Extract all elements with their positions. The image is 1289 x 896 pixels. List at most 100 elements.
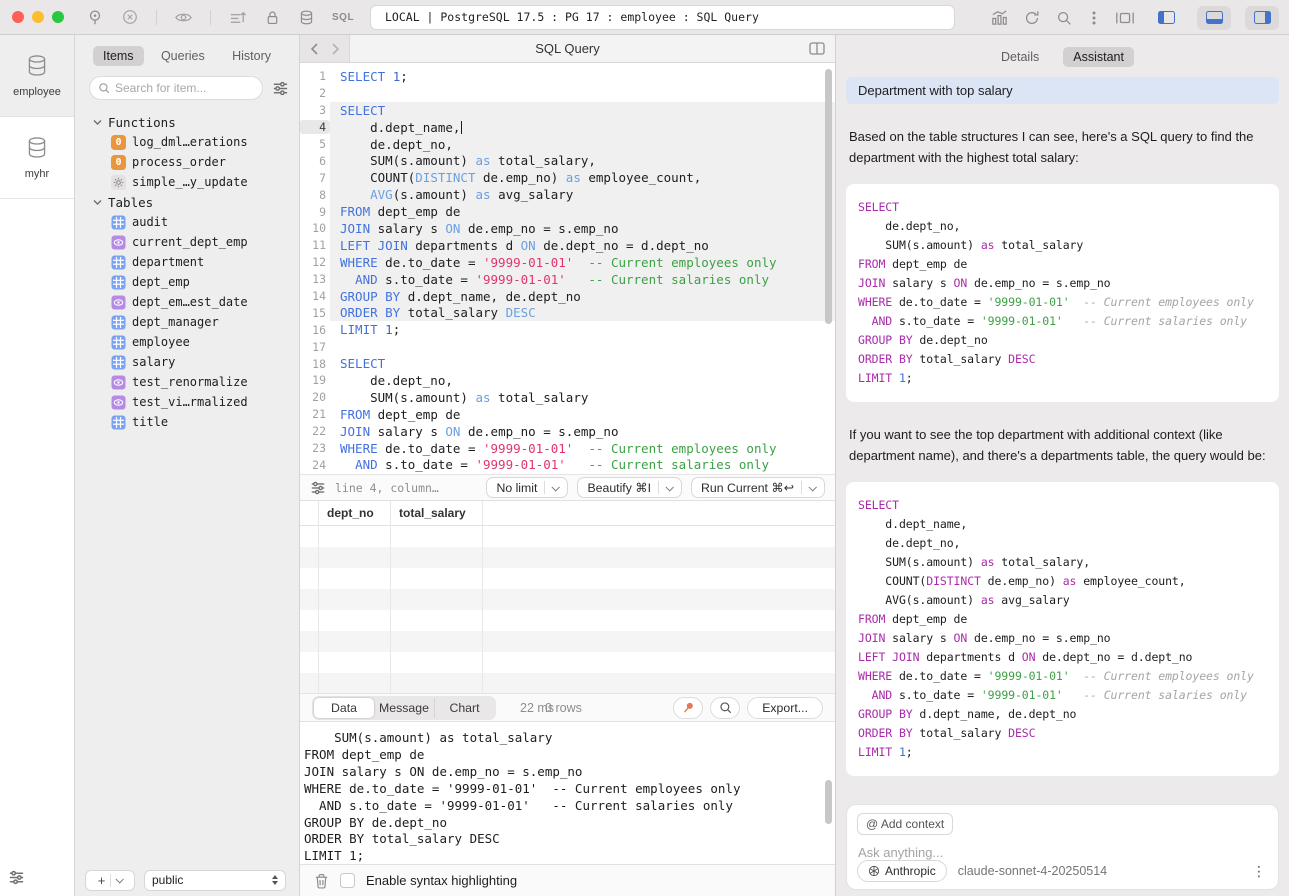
lock-icon[interactable] [264,9,281,26]
filter-icon[interactable] [8,869,25,886]
disconnect-icon[interactable] [121,8,139,26]
limit-select[interactable]: No limit [486,477,568,498]
editor-line-14[interactable]: 14GROUP BY d.dept_name, de.dept_no [300,288,835,305]
sql-editor[interactable]: 1SELECT 1;23SELECT4 d.dept_name,5 de.dep… [300,63,835,474]
editor-line-9[interactable]: 9FROM dept_emp de [300,203,835,220]
sidebar-item-title[interactable]: title [75,412,299,432]
add-context-chip[interactable]: @ Add context [857,813,953,835]
column-header-total-salary[interactable]: total_salary [390,506,482,520]
editor-scrollbar[interactable] [825,69,832,324]
editor-line-6[interactable]: 6 SUM(s.amount) as total_salary, [300,152,835,169]
search-input[interactable]: Search for item... [89,76,263,100]
column-header-dept-no[interactable]: dept_no [318,506,390,520]
editor-line-10[interactable]: 10JOIN salary s ON de.emp_no = s.emp_no [300,220,835,237]
editor-line-23[interactable]: 23WHERE de.to_date = '9999-01-01' -- Cur… [300,440,835,457]
refresh-icon[interactable] [1023,9,1041,27]
schema-select[interactable]: public [144,870,286,891]
queue-export-icon[interactable] [228,8,247,27]
bottom-panel-icon [1206,11,1223,24]
editor-line-4[interactable]: 4 d.dept_name, [300,119,835,136]
search-results-button[interactable] [710,697,740,719]
editor-line-19[interactable]: 19 de.dept_no, [300,372,835,389]
editor-line-3[interactable]: 3SELECT [300,102,835,119]
toggle-left-panel-button[interactable] [1149,6,1183,30]
sidebar-tab-history[interactable]: History [222,46,281,66]
editor-line-17[interactable]: 17 [300,338,835,355]
sidebar-item-current-dept-emp[interactable]: current_dept_emp [75,232,299,252]
split-view-icon[interactable] [809,42,825,55]
assistant-prompt-input[interactable]: Ask anything... [858,845,943,860]
zoom-window-button[interactable] [52,11,64,23]
sidebar-item-test-renormalize[interactable]: test_renormalize [75,372,299,392]
sidebar-item-log-dml-erations[interactable]: 0log_dml…erations [75,132,299,152]
editor-line-11[interactable]: 11LEFT JOIN departments d ON de.dept_no … [300,237,835,254]
editor-settings-icon[interactable] [310,480,326,496]
editor-line-12[interactable]: 12WHERE de.to_date = '9999-01-01' -- Cur… [300,254,835,271]
database-icon[interactable] [298,9,315,26]
editor-line-18[interactable]: 18SELECT [300,355,835,372]
back-button[interactable] [310,43,319,55]
minimize-window-button[interactable] [32,11,44,23]
editor-line-22[interactable]: 22JOIN salary s ON de.emp_no = s.emp_no [300,423,835,440]
pin-button[interactable] [673,697,703,719]
assistant-tab-assistant[interactable]: Assistant [1063,47,1134,67]
more-options-icon[interactable]: ⋮ [1252,863,1266,880]
add-item-button[interactable]: + [85,870,135,891]
toggle-right-panel-button[interactable] [1245,6,1279,30]
close-window-button[interactable] [12,11,24,23]
editor-line-8[interactable]: 8 AVG(s.amount) as avg_salary [300,186,835,203]
export-button[interactable]: Export... [747,697,823,719]
assistant-input-card[interactable]: @ Add context Ask anything... Anthropic … [846,804,1279,890]
filter-items-icon[interactable] [272,80,289,97]
center-layout-icon[interactable] [1115,10,1135,26]
sidebar-tab-items[interactable]: Items [93,46,144,66]
connection-status-icon[interactable] [86,8,104,26]
editor-line-21[interactable]: 21FROM dept_emp de [300,406,835,423]
assistant-code-block[interactable]: SELECT d.dept_name, de.dept_no, SUM(s.am… [846,482,1279,776]
sidebar-item-dept-em-est-date[interactable]: dept_em…est_date [75,292,299,312]
connection-employee[interactable]: employee [0,35,74,117]
sidebar-item-dept-emp[interactable]: dept_emp [75,272,299,292]
editor-line-16[interactable]: 16LIMIT 1; [300,321,835,338]
sidebar-item-salary[interactable]: salary [75,352,299,372]
editor-line-1[interactable]: 1SELECT 1; [300,68,835,85]
sidebar-section-functions[interactable]: Functions [75,112,299,132]
search-icon[interactable] [1055,9,1073,27]
editor-line-7[interactable]: 7 COUNT(DISTINCT de.emp_no) as employee_… [300,169,835,186]
editor-line-13[interactable]: 13 AND s.to_date = '9999-01-01' -- Curre… [300,271,835,288]
connection-myhr[interactable]: myhr [0,117,74,199]
sidebar-item-department[interactable]: department [75,252,299,272]
message-scrollbar[interactable] [825,780,832,824]
sidebar-item-employee[interactable]: employee [75,332,299,352]
forward-button[interactable] [331,43,340,55]
editor-line-5[interactable]: 5 de.dept_no, [300,136,835,153]
trash-icon[interactable] [314,873,329,889]
more-options-icon[interactable] [1087,10,1101,26]
results-tab-chart[interactable]: Chart [434,698,494,718]
toggle-bottom-panel-button[interactable] [1197,6,1231,30]
assistant-code-block[interactable]: SELECT de.dept_no, SUM(s.amount) as tota… [846,184,1279,402]
sidebar-item-simple-y-update[interactable]: simple_…y_update [75,172,299,192]
results-grid[interactable]: dept_no total_salary [300,501,835,694]
sidebar-item-process-order[interactable]: 0process_order [75,152,299,172]
syntax-highlighting-checkbox[interactable] [340,873,355,888]
eye-icon[interactable] [174,8,193,27]
sidebar-item-audit[interactable]: audit [75,212,299,232]
editor-line-20[interactable]: 20 SUM(s.amount) as total_salary [300,389,835,406]
assistant-tab-details[interactable]: Details [991,47,1049,67]
conversation-title-banner[interactable]: Department with top salary [846,77,1279,104]
beautify-button[interactable]: Beautify ⌘I [577,477,682,498]
sidebar-tab-queries[interactable]: Queries [151,46,215,66]
results-tab-data[interactable]: Data [314,698,374,718]
sidebar-item-test-vi-rmalized[interactable]: test_vi…rmalized [75,392,299,412]
message-panel[interactable]: SUM(s.amount) as total_salaryFROM dept_e… [300,722,835,864]
provider-select[interactable]: Anthropic [857,860,947,882]
chart-icon[interactable] [990,8,1009,27]
sidebar-item-dept-manager[interactable]: dept_manager [75,312,299,332]
editor-line-2[interactable]: 2 [300,85,835,102]
results-tab-message[interactable]: Message [374,698,434,718]
sidebar-section-tables[interactable]: Tables [75,192,299,212]
editor-line-24[interactable]: 24 AND s.to_date = '9999-01-01' -- Curre… [300,456,835,473]
editor-line-15[interactable]: 15ORDER BY total_salary DESC [300,304,835,321]
run-current-button[interactable]: Run Current ⌘↩ [691,477,825,498]
